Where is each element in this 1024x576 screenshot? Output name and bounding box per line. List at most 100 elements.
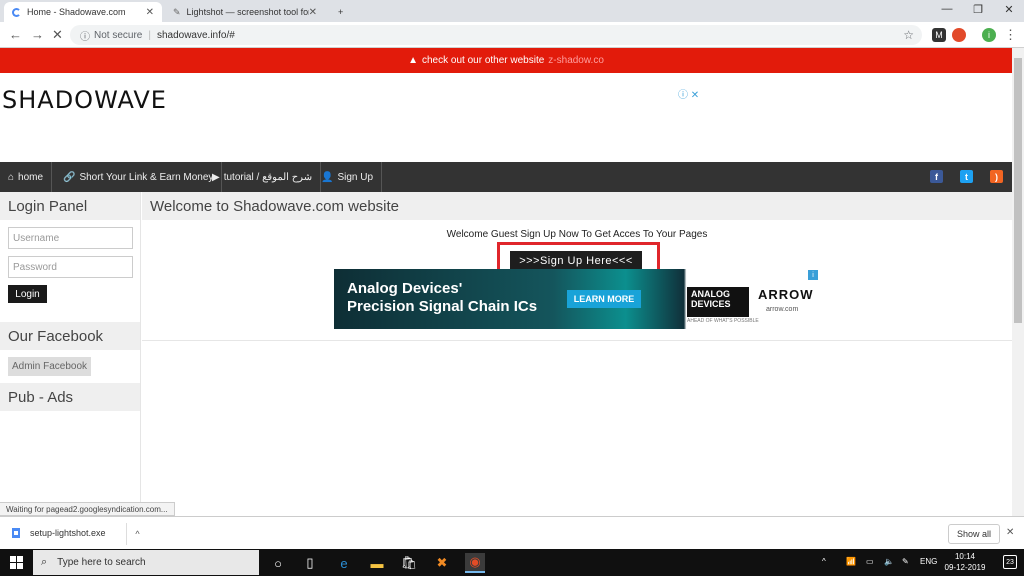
browser-toolbar: ← → ✕ ⓘ Not secure | shadowave.info/# ☆ … [0, 22, 1024, 48]
login-button[interactable]: Login [8, 285, 47, 303]
page-scrollbar[interactable] [1012, 48, 1024, 516]
security-label: Not secure [94, 29, 143, 41]
minimize-icon[interactable]: — [932, 3, 962, 15]
warning-icon: ▲ [408, 55, 418, 66]
file-explorer-icon[interactable]: ▬ [367, 553, 387, 573]
extension-m-icon[interactable]: M [932, 28, 946, 42]
show-all-button[interactable]: Show all [948, 524, 1000, 544]
maximize-icon[interactable]: ❐ [963, 3, 993, 16]
facebook-panel-title: Our Facebook [0, 322, 140, 350]
page-title: Welcome to Shadowave.com website [142, 192, 1012, 220]
clock-date: 09-12-2019 [944, 563, 986, 572]
url-text[interactable]: shadowave.info/# [157, 30, 235, 41]
nav-label: home [18, 171, 44, 183]
file-icon [12, 528, 20, 538]
tab-close-icon[interactable]: ✕ [309, 7, 317, 18]
main-content: Welcome to Shadowave.com website Welcome… [142, 192, 1012, 516]
nav-label: tutorial / شرح الموقع [223, 171, 313, 183]
menu-icon[interactable]: ⋮ [1004, 27, 1017, 43]
alert-link[interactable]: z-shadow.co [548, 55, 604, 66]
stop-loading-icon[interactable]: ✕ [52, 27, 63, 43]
divider [142, 340, 1012, 341]
bookmark-star-icon[interactable]: ☆ [903, 28, 914, 42]
learn-more-button[interactable]: LEARN MORE [567, 290, 641, 308]
ads-panel-title: Pub - Ads [0, 383, 140, 411]
alert-text: check out our other website [422, 55, 545, 66]
back-icon[interactable]: ← [9, 27, 22, 42]
pen-icon[interactable]: ✎ [902, 557, 909, 566]
download-filename: setup-lightshot.exe [30, 528, 106, 538]
network-icon[interactable]: 📶 [846, 557, 856, 566]
link-icon: 🔗 [63, 171, 76, 183]
extension-icon[interactable] [952, 28, 966, 42]
tab-title: Home - Shadowave.com [27, 7, 126, 17]
site-logo[interactable]: SHADOWAVE [2, 86, 167, 114]
ad-info-icon[interactable]: i [808, 270, 818, 280]
search-placeholder: Type here to search [57, 557, 146, 568]
clock-time: 10:14 [954, 552, 976, 561]
new-tab-button[interactable]: + [330, 2, 350, 22]
edge-icon[interactable]: e [334, 553, 354, 573]
chrome-icon[interactable]: ◉ [465, 553, 485, 573]
chevron-up-icon[interactable]: ^ [126, 523, 148, 545]
feather-icon: ✎ [173, 6, 181, 17]
windows-taskbar: ⌕ Type here to search ○ ▯ e ▬ 🛍 ✖ ◉ ^ 📶 … [0, 549, 1024, 576]
forward-icon[interactable]: → [31, 27, 44, 42]
sign-up-here-button[interactable]: >>>Sign Up Here<<< [510, 251, 642, 270]
ad-headline-2: Precision Signal Chain ICs [347, 298, 538, 315]
username-field[interactable]: Username [8, 227, 133, 249]
facebook-icon[interactable]: f [930, 170, 943, 183]
language-indicator[interactable]: ENG [920, 557, 937, 566]
ad-headline: Analog Devices' [347, 280, 463, 297]
nav-tutorial[interactable]: ▶ tutorial / شرح الموقع [204, 162, 322, 192]
notifications-badge[interactable]: 23 [1003, 555, 1017, 569]
tab-lightshot[interactable]: ✎ Lightshot — screenshot tool for M ✕ [165, 2, 325, 22]
arrow-url: arrow.com [766, 306, 799, 313]
main-nav: ⌂ home 🔗 Short Your Link & Earn Money ▶ … [0, 162, 1012, 192]
nav-label: Sign Up [337, 171, 374, 183]
downloads-shelf: setup-lightshot.exe ^ Show all ✕ [0, 516, 1024, 549]
tab-home-shadowave[interactable]: Home - Shadowave.com ✕ [4, 2, 162, 22]
download-item[interactable]: setup-lightshot.exe [10, 527, 106, 539]
user-plus-icon: 👤 [321, 171, 334, 183]
youtube-icon: ▶ [212, 171, 220, 183]
analog-devices-tagline: AHEAD OF WHAT'S POSSIBLE [687, 318, 759, 324]
battery-icon[interactable]: ▭ [866, 557, 874, 566]
system-clock[interactable]: 10:14 09-12-2019 [942, 551, 988, 573]
password-field[interactable]: Password [8, 256, 133, 278]
twitter-icon[interactable]: t [960, 170, 973, 183]
web-page: ▲ check out our other website z-shadow.c… [0, 48, 1012, 516]
info-icon: ⓘ [80, 31, 90, 43]
taskbar-search[interactable]: ⌕ Type here to search [33, 550, 259, 575]
windows-start-icon[interactable] [10, 556, 23, 569]
admin-facebook-button[interactable]: Admin Facebook [8, 357, 91, 376]
scrollbar-thumb[interactable] [1014, 58, 1022, 323]
search-icon: ⌕ [41, 556, 48, 568]
rss-icon[interactable]: ) [990, 170, 1003, 183]
close-icon[interactable]: ✕ [1006, 527, 1014, 538]
loading-spinner-icon [12, 7, 21, 17]
xampp-icon[interactable]: ✖ [432, 553, 452, 573]
nav-label: Short Your Link & Earn Money [79, 171, 214, 183]
profile-avatar[interactable]: i [982, 28, 996, 42]
sidebar: Login Panel Username Password Login Our … [0, 192, 141, 516]
welcome-text: Welcome Guest Sign Up Now To Get Acces T… [446, 229, 708, 240]
status-bubble: Waiting for pagead2.googlesyndication.co… [0, 502, 175, 516]
volume-icon[interactable]: 🔈 [884, 557, 894, 566]
store-icon[interactable]: 🛍 [399, 553, 419, 573]
address-bar[interactable]: ⓘ Not secure | shadowave.info/# ☆ [70, 25, 922, 45]
cortana-icon[interactable]: ○ [268, 553, 288, 573]
close-window-icon[interactable]: ✕ [994, 3, 1024, 16]
tab-close-icon[interactable]: ✕ [146, 7, 154, 18]
home-icon: ⌂ [8, 171, 15, 183]
banner-ad[interactable]: Analog Devices' Precision Signal Chain I… [334, 269, 820, 329]
nav-sign-up[interactable]: 👤 Sign Up [313, 162, 383, 192]
task-view-icon[interactable]: ▯ [300, 553, 320, 573]
login-panel-title: Login Panel [0, 192, 140, 220]
chevron-up-icon[interactable]: ^ [822, 557, 826, 566]
ad-choices-icon[interactable]: ⓘ ✕ [678, 86, 699, 101]
browser-tab-strip: Home - Shadowave.com ✕ ✎ Lightshot — scr… [0, 0, 1024, 22]
alert-bar: ▲ check out our other website z-shadow.c… [0, 48, 1012, 73]
nav-short-link[interactable]: 🔗 Short Your Link & Earn Money [55, 162, 223, 192]
nav-home[interactable]: ⌂ home [0, 162, 53, 192]
